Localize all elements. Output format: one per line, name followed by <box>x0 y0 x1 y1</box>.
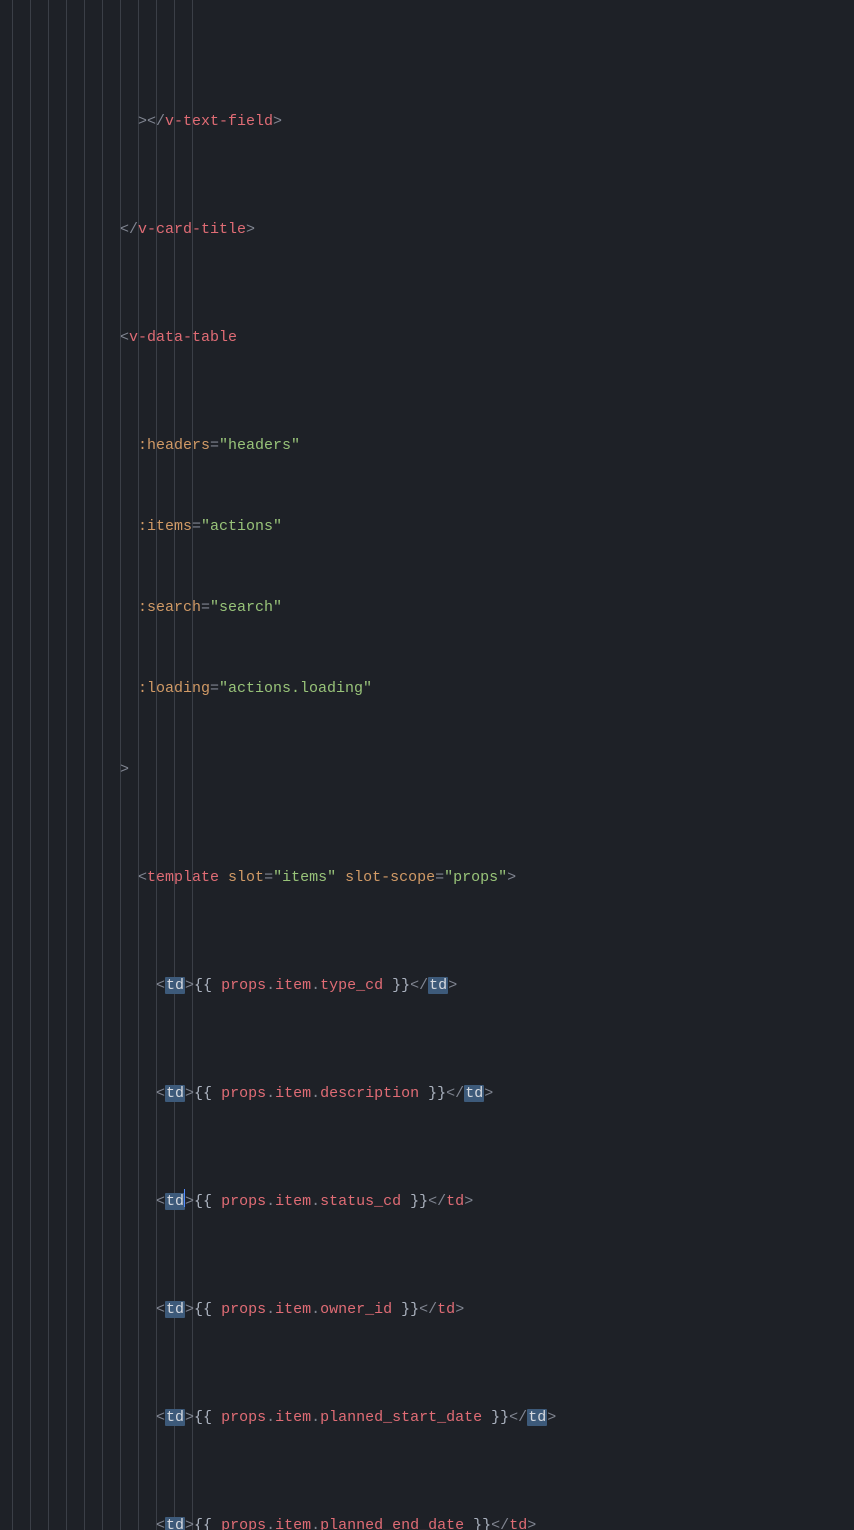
code-line[interactable]: <td>{{ props.item.type_cd }}</td> <box>12 972 854 999</box>
code-line[interactable]: </v-card-title> <box>12 216 854 243</box>
code-line[interactable]: ></v-text-field> <box>12 108 854 135</box>
code-line[interactable]: <td>{{ props.item.description }}</td> <box>12 1080 854 1107</box>
code-line[interactable]: :search="search" <box>12 594 854 621</box>
selection: td <box>165 1301 185 1318</box>
code-line[interactable]: <td>{{ props.item.status_cd }}</td> <box>12 1188 854 1215</box>
code-line[interactable]: :items="actions" <box>12 513 854 540</box>
code-line[interactable]: :headers="headers" <box>12 432 854 459</box>
code-line[interactable]: <template slot="items" slot-scope="props… <box>12 864 854 891</box>
code-line[interactable]: :loading="actions.loading" <box>12 675 854 702</box>
code-editor[interactable]: ></v-text-field> </v-card-title> <v-data… <box>0 0 854 1530</box>
selection: td <box>165 1085 185 1102</box>
code-line[interactable]: <v-data-table <box>12 324 854 351</box>
selection: td <box>165 1517 185 1530</box>
selection: td <box>428 977 448 994</box>
selection: td <box>527 1409 547 1426</box>
code-line[interactable]: <td>{{ props.item.planned_start_date }}<… <box>12 1404 854 1431</box>
code-line[interactable]: > <box>12 756 854 783</box>
code-line[interactable]: <td>{{ props.item.planned_end_date }}</t… <box>12 1512 854 1530</box>
selection: td <box>165 1409 185 1426</box>
selection: td <box>165 1193 185 1210</box>
selection: td <box>165 977 185 994</box>
selection: td <box>464 1085 484 1102</box>
code-line[interactable]: <td>{{ props.item.owner_id }}</td> <box>12 1296 854 1323</box>
